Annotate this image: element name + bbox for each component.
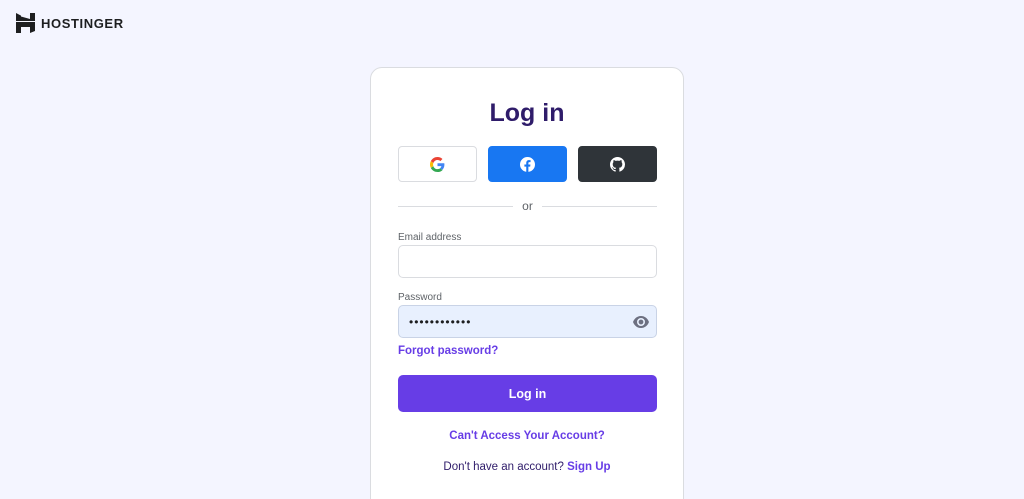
password-label: Password [398, 292, 442, 303]
login-page: HOSTINGER Log in or Email address Passwo… [0, 0, 1024, 499]
divider-text: or [522, 199, 533, 213]
password-field[interactable] [398, 305, 657, 338]
forgot-password-link[interactable]: Forgot password? [398, 345, 498, 357]
divider-line-right [541, 205, 658, 207]
signup-prompt: Don't have an account? [443, 461, 564, 473]
login-card: Log in or Email address Password •••••••… [370, 67, 684, 499]
signup-link[interactable]: Sign Up [567, 461, 610, 473]
github-icon [610, 156, 625, 172]
eye-icon[interactable] [633, 315, 649, 329]
email-field[interactable] [398, 245, 657, 278]
social-login-group [398, 146, 657, 182]
or-divider: or [398, 198, 658, 214]
divider-line-left [398, 205, 514, 207]
signup-row: Don't have an account? Sign Up [371, 461, 683, 473]
cant-access-account-link[interactable]: Can't Access Your Account? [371, 430, 683, 442]
google-icon [430, 156, 445, 172]
hostinger-logo-icon [16, 13, 35, 33]
github-login-button[interactable] [578, 146, 657, 182]
login-button[interactable]: Log in [398, 375, 657, 412]
facebook-icon [520, 156, 535, 172]
brand-name: HOSTINGER [41, 15, 124, 31]
page-title: Log in [489, 99, 565, 127]
google-login-button[interactable] [398, 146, 477, 182]
brand-logo[interactable]: HOSTINGER [16, 13, 124, 33]
facebook-login-button[interactable] [488, 146, 567, 182]
email-label: Email address [398, 232, 462, 243]
